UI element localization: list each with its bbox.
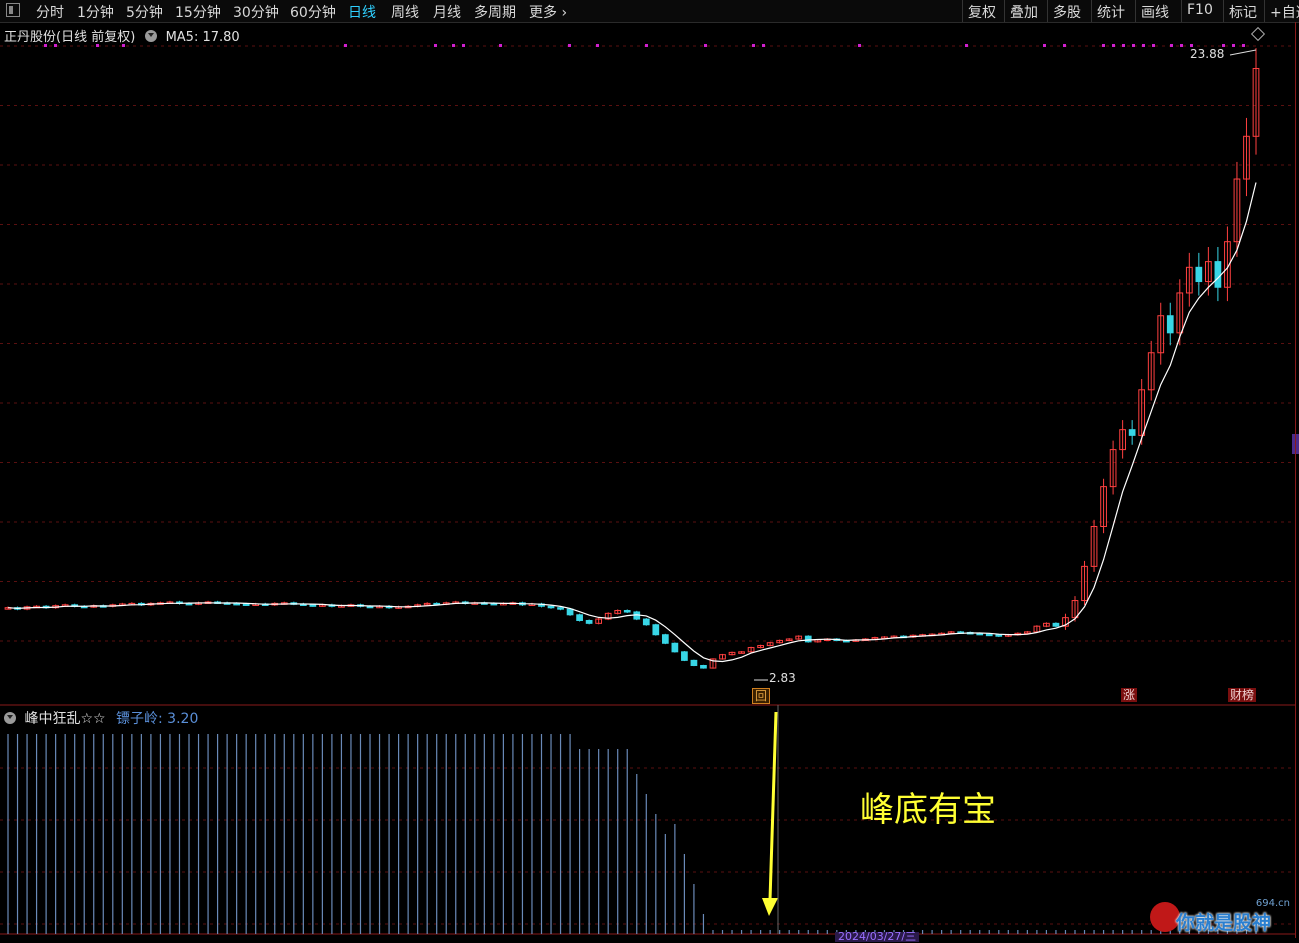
panel-border xyxy=(0,22,1296,938)
